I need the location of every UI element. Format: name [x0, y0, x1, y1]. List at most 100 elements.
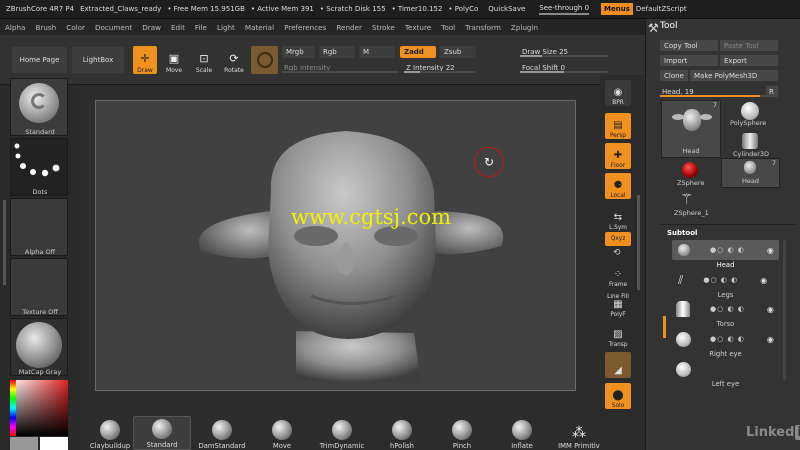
lsym-icon: ⇆: [613, 212, 623, 223]
material-swatch[interactable]: [251, 46, 278, 74]
zadd-button[interactable]: Zadd: [400, 46, 436, 58]
torso-toggles[interactable]: ●○ ◐ ◐: [710, 305, 745, 313]
subtool-scroll-indicator[interactable]: [663, 316, 666, 338]
export-button[interactable]: Export: [720, 55, 778, 66]
head2-thumb-label: Head: [742, 177, 759, 185]
brush-claybuildup[interactable]: Claybuildup: [81, 416, 139, 450]
head-toggles[interactable]: ●○ ◐ ◐: [710, 246, 745, 254]
menu-preferences[interactable]: Preferences: [284, 23, 326, 32]
head-eye-icon[interactable]: ◉: [767, 246, 774, 255]
rgb-intensity-slider[interactable]: Rgb Intensity: [282, 62, 398, 73]
color-picker[interactable]: [10, 380, 68, 436]
xyz-button[interactable]: Qxyz: [605, 232, 631, 246]
menu-zplugin[interactable]: Zplugin: [511, 23, 538, 32]
rgb-intensity-track: [282, 71, 398, 73]
focal-shift-slider[interactable]: Focal Shift 0: [520, 62, 608, 73]
mrgb-button[interactable]: Mrgb: [282, 46, 315, 58]
secondary-color[interactable]: [10, 437, 38, 450]
subtool-scrollbar[interactable]: [783, 240, 786, 380]
subtool-row-legs[interactable]: ⫽ ●○ ◐ ◐ ◉: [672, 270, 779, 290]
cylinder-icon[interactable]: [742, 133, 758, 149]
tool-thumb-head[interactable]: 7 Head: [661, 100, 721, 158]
hue-strip[interactable]: [10, 380, 16, 436]
clone-button[interactable]: Clone: [660, 70, 688, 81]
zsub-button[interactable]: Zsub: [440, 46, 476, 58]
menu-render[interactable]: Render: [336, 23, 362, 32]
rgb-button[interactable]: Rgb: [319, 46, 355, 58]
copy-tool-button[interactable]: Copy Tool: [660, 40, 718, 51]
legs-eye-icon[interactable]: ◉: [760, 276, 767, 285]
lightbox-button[interactable]: LightBox: [72, 47, 124, 73]
brush-damstandard[interactable]: DamStandard: [193, 416, 251, 450]
make-polymesh-button[interactable]: Make PolyMesh3D: [690, 70, 778, 81]
home-page-button[interactable]: Home Page: [12, 47, 67, 73]
zsphere-label: ZSphere: [677, 179, 705, 187]
brush-trimdynamic[interactable]: TrimDynamic: [313, 416, 371, 450]
import-button[interactable]: Import: [660, 55, 718, 66]
brush-inflate[interactable]: Inflate: [493, 416, 551, 450]
polysphere-icon[interactable]: [741, 102, 759, 120]
document-canvas[interactable]: ↻ www.cgtsj.com: [95, 100, 576, 391]
brush-hpolish[interactable]: hPolish: [373, 416, 431, 450]
brush-move[interactable]: Move: [253, 416, 311, 450]
legs-toggles[interactable]: ●○ ◐ ◐: [703, 276, 738, 284]
subtool-row-torso[interactable]: ●○ ◐ ◐ ◉: [672, 299, 779, 319]
polyframe-button[interactable]: Line Fill ▦ PolyF: [605, 290, 631, 318]
right-scroll-handle[interactable]: [637, 195, 640, 290]
menu-draw[interactable]: Draw: [142, 23, 161, 32]
head-slider[interactable]: Head. 19: [660, 86, 766, 97]
lsym-button[interactable]: ⇆ L.Sym: [605, 205, 631, 232]
rotate-button[interactable]: ⟳ Rotate: [222, 46, 246, 75]
brush-standard[interactable]: Standard: [133, 416, 191, 450]
legs-subtool-icon: ⫽: [678, 272, 684, 287]
torso-eye-icon[interactable]: ◉: [767, 305, 774, 314]
frame-button[interactable]: ⁘ Frame: [605, 262, 631, 289]
menu-document[interactable]: Document: [95, 23, 132, 32]
menu-stroke[interactable]: Stroke: [372, 23, 395, 32]
left-scroll-handle[interactable]: [3, 200, 6, 285]
subtool-row-right-eye[interactable]: ●○ ◐ ◐ ◉: [672, 329, 779, 349]
solo-button[interactable]: ⬤ Solo: [605, 383, 631, 409]
menu-color[interactable]: Color: [66, 23, 85, 32]
r-button[interactable]: R: [766, 86, 778, 97]
menu-light[interactable]: Light: [217, 23, 235, 32]
scale-button[interactable]: ⊡ Scale: [192, 46, 216, 75]
persp-button[interactable]: ▤ Persp: [605, 113, 631, 139]
damstandard-icon: [212, 420, 232, 440]
menu-alpha[interactable]: Alpha: [5, 23, 25, 32]
paste-tool-button[interactable]: Paste Tool: [720, 40, 778, 51]
quicksave-button[interactable]: QuickSave: [488, 5, 525, 13]
menu-brush[interactable]: Brush: [35, 23, 56, 32]
transp-button[interactable]: ▨ Transp: [605, 322, 631, 349]
menu-file[interactable]: File: [195, 23, 207, 32]
menu-edit[interactable]: Edit: [171, 23, 185, 32]
zsphere-icon[interactable]: [682, 162, 698, 178]
z-intensity-slider[interactable]: Z Intensity 22: [404, 62, 476, 73]
m-button[interactable]: M: [359, 46, 395, 58]
see-through-slider[interactable]: See-through 0: [539, 4, 590, 15]
menus-button[interactable]: Menus: [601, 3, 633, 15]
floor-button[interactable]: ✚ Floor: [605, 143, 631, 169]
brush-imm-primitive[interactable]: ⁂ IMM Primitiv: [550, 416, 608, 450]
subtool-row-head[interactable]: ●○ ◐ ◐ ◉: [672, 240, 779, 260]
menu-transform[interactable]: Transform: [465, 23, 501, 32]
primary-color[interactable]: [40, 437, 68, 450]
lsym-label: L.Sym: [609, 225, 627, 231]
zsphere-rig-icon[interactable]: ⚚: [680, 190, 693, 208]
rotate-axis-icon[interactable]: ⟲: [613, 248, 621, 258]
tool-thumb-head-2[interactable]: 7 Head: [721, 158, 780, 188]
menu-material[interactable]: Material: [245, 23, 274, 32]
draw-button[interactable]: ✛ Draw: [133, 46, 157, 74]
right-eye-toggles[interactable]: ●○ ◐ ◐: [710, 335, 745, 343]
move-button[interactable]: ▣ Move: [162, 46, 186, 75]
script-label[interactable]: DefaultZScript: [636, 5, 687, 13]
local-button[interactable]: ⚈ Local: [605, 173, 631, 199]
brush-pinch[interactable]: Pinch: [433, 416, 491, 450]
menu-texture[interactable]: Texture: [405, 23, 431, 32]
bpr-button[interactable]: ◉ BPR: [605, 80, 631, 106]
ghost-button[interactable]: ◢: [605, 352, 631, 378]
menu-tool[interactable]: Tool: [441, 23, 455, 32]
subtool-row-left-eye[interactable]: [672, 359, 779, 379]
right-eye-eye-icon[interactable]: ◉: [767, 335, 774, 344]
draw-size-slider[interactable]: Draw Size 25: [520, 46, 608, 57]
